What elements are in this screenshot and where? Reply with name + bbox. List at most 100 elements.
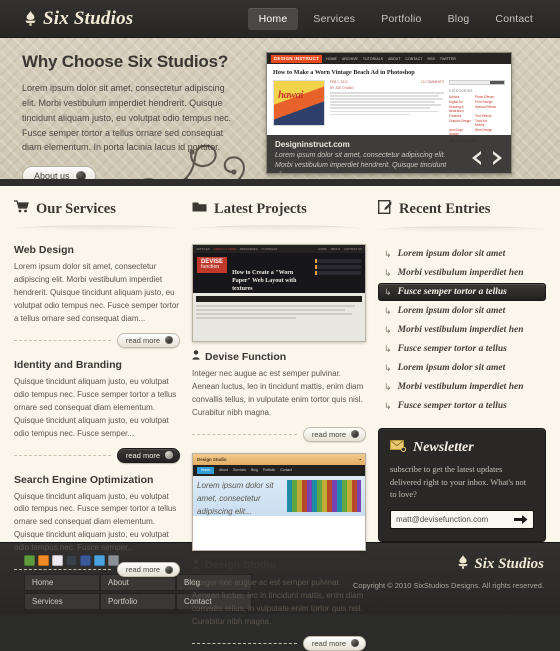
shot-nav-item: TUTORIALS	[261, 247, 278, 251]
dashed-rule	[14, 454, 111, 456]
screenshot-nav-item: ARCHIVE	[341, 56, 358, 61]
arrow-bullet-icon: ↳	[384, 381, 392, 392]
entry-label: Morbi vestibulum imperdiet hen	[397, 325, 524, 335]
newsletter-email-input[interactable]	[396, 514, 514, 524]
project-title: Devise Function	[192, 350, 366, 363]
project-item: ARTICLES DESIGN & CODE RESOURCES TUTORIA…	[192, 244, 367, 420]
screenshot-author: BY JOE CHANG	[330, 86, 354, 90]
folder-icon	[192, 200, 207, 218]
section-divider	[378, 226, 546, 236]
service-body: Quisque tincidunt aliquam justo, eu volu…	[14, 376, 177, 438]
featured-slider[interactable]: DESIGN INSTRUCT HOME ARCHIVE TUTORIALS A…	[266, 52, 512, 174]
copyright-text: Copyright © 2010 SixStudios Designs. All…	[352, 581, 544, 590]
screenshot-body-lines	[330, 92, 444, 116]
read-more-button[interactable]: read more	[302, 426, 367, 442]
list-item[interactable]: ↳ Fusce semper tortor a tellus	[378, 283, 546, 301]
projects-column: Latest Projects ARTICLES DESIGN & CODE R…	[192, 200, 367, 651]
screenshot-article-thumb	[273, 80, 325, 126]
list-item[interactable]: ↳ Morbi vestibulum imperdiet hen	[378, 321, 546, 339]
entry-label: Fusce semper tortor a tellus	[397, 287, 507, 297]
shot-nav-item: ARTICLES	[196, 247, 210, 251]
site-logo[interactable]: Six Studios	[24, 8, 133, 30]
section-divider	[14, 225, 181, 235]
hero-section: Why Choose Six Studios? Lorem ipsum dolo…	[0, 38, 560, 186]
list-item[interactable]: ↳ Fusce semper tortor a tellus	[378, 340, 546, 358]
project-body: Integer nec augue ac est semper pulvinar…	[192, 369, 364, 417]
bullet-icon	[351, 430, 360, 439]
service-footer: read more	[14, 447, 181, 463]
about-us-button[interactable]: About us	[22, 166, 96, 182]
dashed-rule	[14, 339, 111, 341]
nav-item-blog[interactable]: Blog	[437, 8, 481, 30]
read-more-button[interactable]: read more	[302, 635, 367, 651]
service-body: Lorem ipsum dolor sit amet, consectetur …	[14, 262, 179, 323]
list-item[interactable]: ↳ Fusce semper tortor a tellus	[378, 397, 546, 415]
screenshot-brand: DESIGN INSTRUCT	[271, 54, 323, 63]
services-column: Our Services Web Design Lorem ipsum dolo…	[14, 200, 181, 578]
screenshot-category: Photo Effects	[475, 95, 494, 99]
service-item: Identity and Branding Quisque tincidunt …	[14, 359, 180, 441]
read-more-button[interactable]: read more	[116, 332, 181, 348]
service-footer: read more	[14, 562, 181, 578]
project-thumbnail[interactable]: ARTICLES DESIGN & CODE RESOURCES TUTORIA…	[192, 244, 367, 342]
screenshot-headline: How to Make a Worn Vintage Beach Ad in P…	[273, 69, 415, 76]
mail-icon	[390, 439, 407, 457]
screenshot-search-box	[449, 80, 505, 85]
arrow-bullet-icon: ↳	[384, 248, 392, 259]
screenshot-nav-item: HOME	[326, 56, 337, 61]
list-item[interactable]: ↳ Morbi vestibulum imperdiet hen	[378, 378, 546, 396]
shot-logo-sub: function	[201, 264, 220, 271]
service-title: Search Engine Optimization	[14, 473, 154, 486]
screenshot-sidebar-title: CATEGORIES	[449, 89, 473, 93]
about-us-label: About us	[34, 171, 70, 182]
service-body: Quisque tincidunt aliquam justo, eu volu…	[14, 491, 177, 553]
read-more-button[interactable]: read more	[116, 447, 181, 463]
newsletter-submit-button[interactable]	[514, 514, 528, 525]
arrow-bullet-icon: ↳	[384, 343, 392, 354]
list-item[interactable]: ↳ Lorem ipsum dolor sit amet	[378, 359, 546, 377]
screenshot-category: Tools for Mobile	[475, 119, 488, 127]
footer-link-portfolio[interactable]: Portfolio	[100, 593, 176, 610]
nav-item-portfolio[interactable]: Portfolio	[370, 8, 432, 30]
project-thumbnail[interactable]: Design Studio ▫▪ Home About Services Blo…	[192, 452, 367, 551]
shot-logo: DEVISE function	[197, 257, 228, 273]
shot-nav-item: HOME	[318, 247, 327, 251]
person-icon	[192, 559, 200, 572]
site-header: Six Studios Home Services Portfolio Blog…	[0, 0, 560, 38]
services-title: Our Services	[36, 200, 116, 217]
screenshot-category: Digital Art	[449, 100, 463, 104]
shot-nav-item: DESIGN & CODE	[213, 247, 236, 251]
window-controls-icon: ▫▪	[357, 456, 362, 462]
nav-item-contact[interactable]: Contact	[484, 8, 544, 30]
screenshot-nav-item: TUTORIALS	[362, 56, 383, 61]
list-item[interactable]: ↳ Morbi vestibulum imperdiet hen	[378, 264, 546, 282]
list-item[interactable]: ↳ Lorem ipsum dolor sit amet	[378, 302, 546, 320]
service-item: Web Design Lorem ipsum dolor sit amet, c…	[14, 244, 180, 326]
shot-window-title: Design Studio	[197, 456, 227, 462]
flame-icon	[457, 555, 469, 574]
nav-item-home[interactable]: Home	[247, 7, 299, 30]
footer-link-services[interactable]: Services	[24, 593, 100, 610]
project-title-label: Devise Function	[205, 350, 287, 363]
arrow-bullet-icon: ↳	[384, 305, 392, 316]
project-footer: read more	[192, 426, 367, 442]
shot-nav-item: Services	[232, 468, 246, 473]
dashed-rule	[192, 642, 297, 644]
read-more-button[interactable]: read more	[116, 562, 181, 578]
chevron-right-icon[interactable]	[491, 150, 505, 166]
screenshot-category: Graphic Design	[449, 119, 471, 123]
arrow-bullet-icon: ↳	[384, 286, 392, 297]
chevron-left-icon[interactable]	[469, 150, 483, 166]
service-title: Web Design	[14, 244, 74, 256]
screenshot-category: Articles	[449, 95, 460, 99]
slider-caption: Designinstruct.com Lorem ipsum dolor sit…	[267, 135, 511, 173]
hero-text-block: Why Choose Six Studios? Lorem ipsum dolo…	[22, 52, 254, 182]
nav-item-services[interactable]: Services	[302, 8, 366, 30]
recent-entries-list: ↳ Lorem ipsum dolor sit amet ↳ Morbi vesti…	[378, 245, 546, 415]
list-item[interactable]: ↳ Lorem ipsum dolor sit amet	[378, 245, 546, 263]
project-item: Design Studio ▫▪ Home About Services Blo…	[192, 452, 367, 629]
read-more-label: read more	[311, 638, 347, 648]
newsletter-box: Newsletter subscribe to get the latest u…	[378, 428, 546, 542]
note-pencil-icon	[378, 199, 392, 219]
shot-body	[193, 293, 366, 341]
